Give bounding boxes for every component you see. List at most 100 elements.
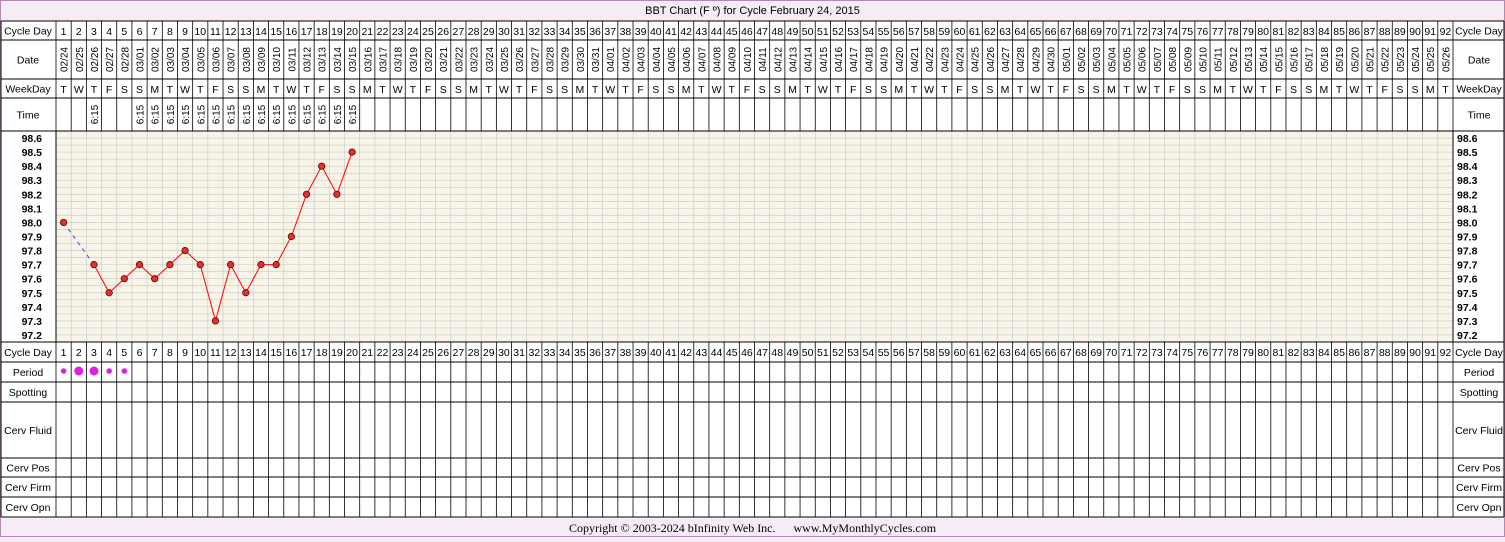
cycle-day-number-bottom: 43 <box>696 347 708 359</box>
cycle-day-number-bottom: 11 <box>210 347 221 359</box>
cycle-day-number: 55 <box>878 26 890 38</box>
cycle-day-number-bottom: 25 <box>422 347 434 359</box>
date-cell: 04/29 <box>1031 47 1042 72</box>
temp-tick-label-right: 98.6 <box>1457 133 1478 145</box>
date-cell: 04/04 <box>652 47 663 72</box>
cycle-day-number: 76 <box>1197 26 1209 38</box>
date-cell: 03/22 <box>454 47 465 72</box>
temp-tick-label-left: 98.3 <box>22 175 43 187</box>
temp-point <box>287 232 295 241</box>
date-cell: 04/23 <box>940 47 951 72</box>
cycle-day-number-bottom: 47 <box>756 347 768 359</box>
weekday-cell: S <box>759 84 766 96</box>
cycle-day-number: 13 <box>240 26 252 38</box>
weekday-cell: S <box>774 84 781 96</box>
weekday-cell: S <box>1290 84 1297 96</box>
cycle-day-number-bottom: 89 <box>1394 347 1406 359</box>
date-cell: 04/11 <box>758 47 769 72</box>
cycle-day-number: 78 <box>1227 26 1239 38</box>
date-cell: 05/01 <box>1062 47 1073 72</box>
temp-tick-label-right: 97.9 <box>1457 232 1478 244</box>
date-cell: 03/02 <box>151 47 162 72</box>
cycle-day-number: 42 <box>680 26 692 38</box>
weekday-cell: W <box>924 84 934 96</box>
weekday-cell: S <box>455 84 462 96</box>
cycle-day-number-bottom: 17 <box>301 347 313 359</box>
date-cell: 04/30 <box>1047 47 1058 72</box>
cycle-day-number-bottom: 8 <box>167 347 173 359</box>
date-cell: 05/05 <box>1123 47 1134 72</box>
cycle-day-number: 17 <box>301 26 313 38</box>
time-cell: 6:15 <box>136 104 147 124</box>
cycle-day-number: 41 <box>665 26 677 38</box>
cycle-day-number: 65 <box>1030 26 1042 38</box>
cycle-day-number-bottom: 4 <box>106 347 112 359</box>
cycle-day-number: 90 <box>1409 26 1421 38</box>
cycle-day-number-bottom: 48 <box>771 347 783 359</box>
weekday-cell: S <box>1077 84 1084 96</box>
cycle-day-number: 24 <box>407 26 419 38</box>
cycle-day-number: 88 <box>1379 26 1391 38</box>
cycle-day-number: 57 <box>908 26 920 38</box>
cycle-day-number: 79 <box>1242 26 1254 38</box>
cycle-day-number-bottom: 54 <box>863 347 875 359</box>
cycle-day-number-bottom: 69 <box>1090 347 1102 359</box>
weekday-cell: F <box>1275 84 1281 96</box>
date-cell: 05/26 <box>1441 47 1452 72</box>
date-cell: 04/06 <box>682 47 693 72</box>
cycle-day-number: 73 <box>1151 26 1163 38</box>
temp-point <box>333 190 341 198</box>
date-cell: 03/25 <box>500 47 511 72</box>
cycle-day-number: 38 <box>620 26 632 38</box>
cycle-day-number: 37 <box>604 26 616 38</box>
temp-point <box>242 289 250 297</box>
temp-tick-label-right: 97.7 <box>1457 260 1478 272</box>
date-cell: 05/19 <box>1335 47 1346 72</box>
weekday-cell: S <box>561 84 568 96</box>
date-cell: 03/11 <box>287 47 298 72</box>
temp-point <box>120 275 128 283</box>
date-cell: 03/01 <box>136 47 147 72</box>
cycle-day-number-bottom: 72 <box>1136 347 1148 359</box>
weekday-cell: M <box>1426 84 1435 96</box>
cycle-day-number: 59 <box>938 26 950 38</box>
weekday-cell: F <box>637 84 643 96</box>
cycle-day-number-bottom: 10 <box>194 347 206 359</box>
temp-tick-label-right: 97.6 <box>1457 274 1478 286</box>
date-cell: 05/02 <box>1077 47 1088 72</box>
cycle-day-number-bottom: 19 <box>331 347 343 359</box>
weekday-cell: T <box>941 84 948 96</box>
time-cell: 6:15 <box>348 104 359 124</box>
temp-point <box>257 261 265 269</box>
date-cell: 04/21 <box>910 47 921 72</box>
cycle-day-number-bottom: 34 <box>559 347 571 359</box>
time-cell: 6:15 <box>196 104 207 124</box>
cycle-day-number: 50 <box>802 26 814 38</box>
temp-tick-label-left: 97.8 <box>22 246 43 258</box>
temp-point <box>181 246 189 255</box>
date-cell: 03/07 <box>227 47 238 72</box>
weekday-cell: W <box>499 84 509 96</box>
time-cell: 6:15 <box>318 104 329 124</box>
cycle-day-number-bottom: 79 <box>1242 347 1254 359</box>
temp-point <box>151 275 159 283</box>
cycle-day-number: 44 <box>711 26 723 38</box>
cycle-day-number-bottom: 53 <box>847 347 859 359</box>
date-cell: 04/24 <box>955 47 966 72</box>
cycle-day-number-bottom: 40 <box>650 347 662 359</box>
weekday-cell: S <box>652 84 659 96</box>
weekday-cell: T <box>1336 84 1343 96</box>
weekday-cell: T <box>379 84 386 96</box>
cycle-day-number-bottom: 23 <box>392 347 404 359</box>
weekday-cell: T <box>911 84 918 96</box>
cycle-day-number: 3 <box>91 26 97 38</box>
date-cell: 04/01 <box>606 47 617 72</box>
chart-title: BBT Chart (F º) for Cycle February 24, 2… <box>645 5 860 17</box>
cycle-day-number: 5 <box>121 26 127 38</box>
date-cell: 03/12 <box>303 47 314 72</box>
date-label-right: Date <box>1468 55 1490 67</box>
weekday-cell: F <box>744 84 750 96</box>
date-cell: 02/28 <box>120 47 131 72</box>
cycle-day-number-bottom: 22 <box>377 347 389 359</box>
weekday-cell: M <box>682 84 691 96</box>
